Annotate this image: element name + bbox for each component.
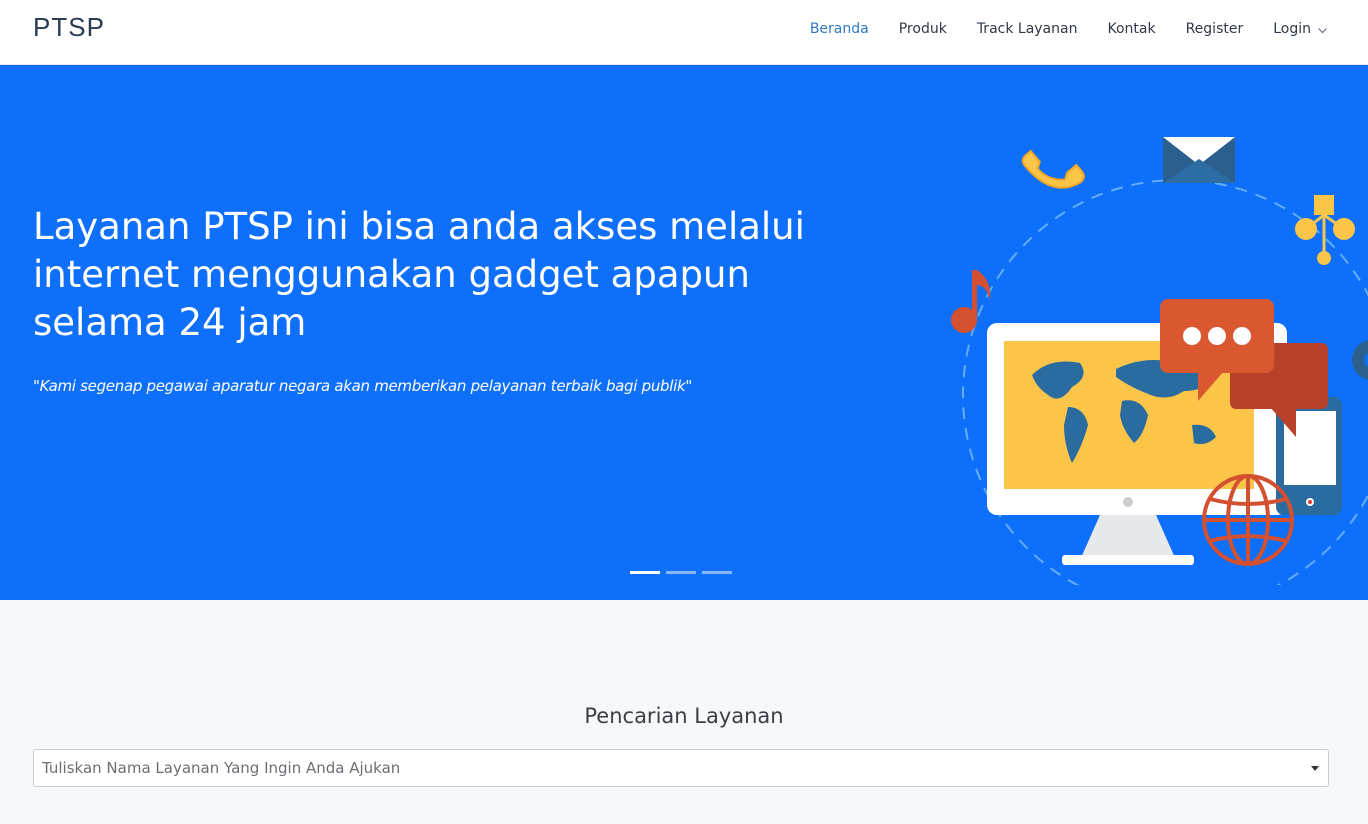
chevron-down-icon [1317,24,1328,35]
nav-item-beranda[interactable]: Beranda [810,21,869,37]
gear-icon [1352,340,1368,380]
nav-item-label: Login [1273,21,1311,37]
carousel-indicator-3[interactable] [702,571,732,574]
nav-item-label: Beranda [809,21,869,37]
hero-illustration [951,137,1368,585]
nav-item-kontak[interactable]: Kontak [1107,21,1155,37]
service-search-select[interactable]: Tuliskan Nama Layanan Yang Ingin Anda Aj… [33,749,1329,787]
nav-item-label: Kontak [1107,21,1156,37]
nav-item-label: Register [1185,21,1244,37]
nav-item-produk[interactable]: Produk [899,21,947,37]
mail-icon [1163,137,1235,183]
nav-item-register[interactable]: Register [1186,21,1244,37]
carousel-indicators [630,571,738,574]
navbar: PTSP Beranda Produk Track Layanan Kontak… [0,0,1368,65]
network-icon [1295,195,1355,265]
phone-icon [1021,149,1085,189]
music-note-icon [951,270,991,333]
select-placeholder: Tuliskan Nama Layanan Yang Ingin Anda Aj… [42,759,401,777]
main-nav: Beranda Produk Track Layanan Kontak Regi… [780,0,1328,58]
carousel-indicator-1[interactable] [630,571,660,574]
nav-item-track-layanan[interactable]: Track Layanan [977,21,1078,37]
search-section-title: Pencarian Layanan [584,704,784,728]
globe-icon [1202,474,1294,566]
nav-item-label: Track Layanan [976,21,1078,37]
brand-logo[interactable]: PTSP [33,12,105,43]
carousel-indicator-2[interactable] [666,571,696,574]
hero-title: Layanan PTSP ini bisa anda akses melalui… [33,205,805,344]
nav-item-login[interactable]: Login [1273,21,1328,37]
hero-carousel: Layanan PTSP ini bisa anda akses melalui… [0,65,1368,600]
hero-quote: "Kami segenap pegawai aparatur negara ak… [33,377,692,395]
caret-down-icon [1311,766,1319,771]
nav-item-label: Produk [898,21,947,37]
